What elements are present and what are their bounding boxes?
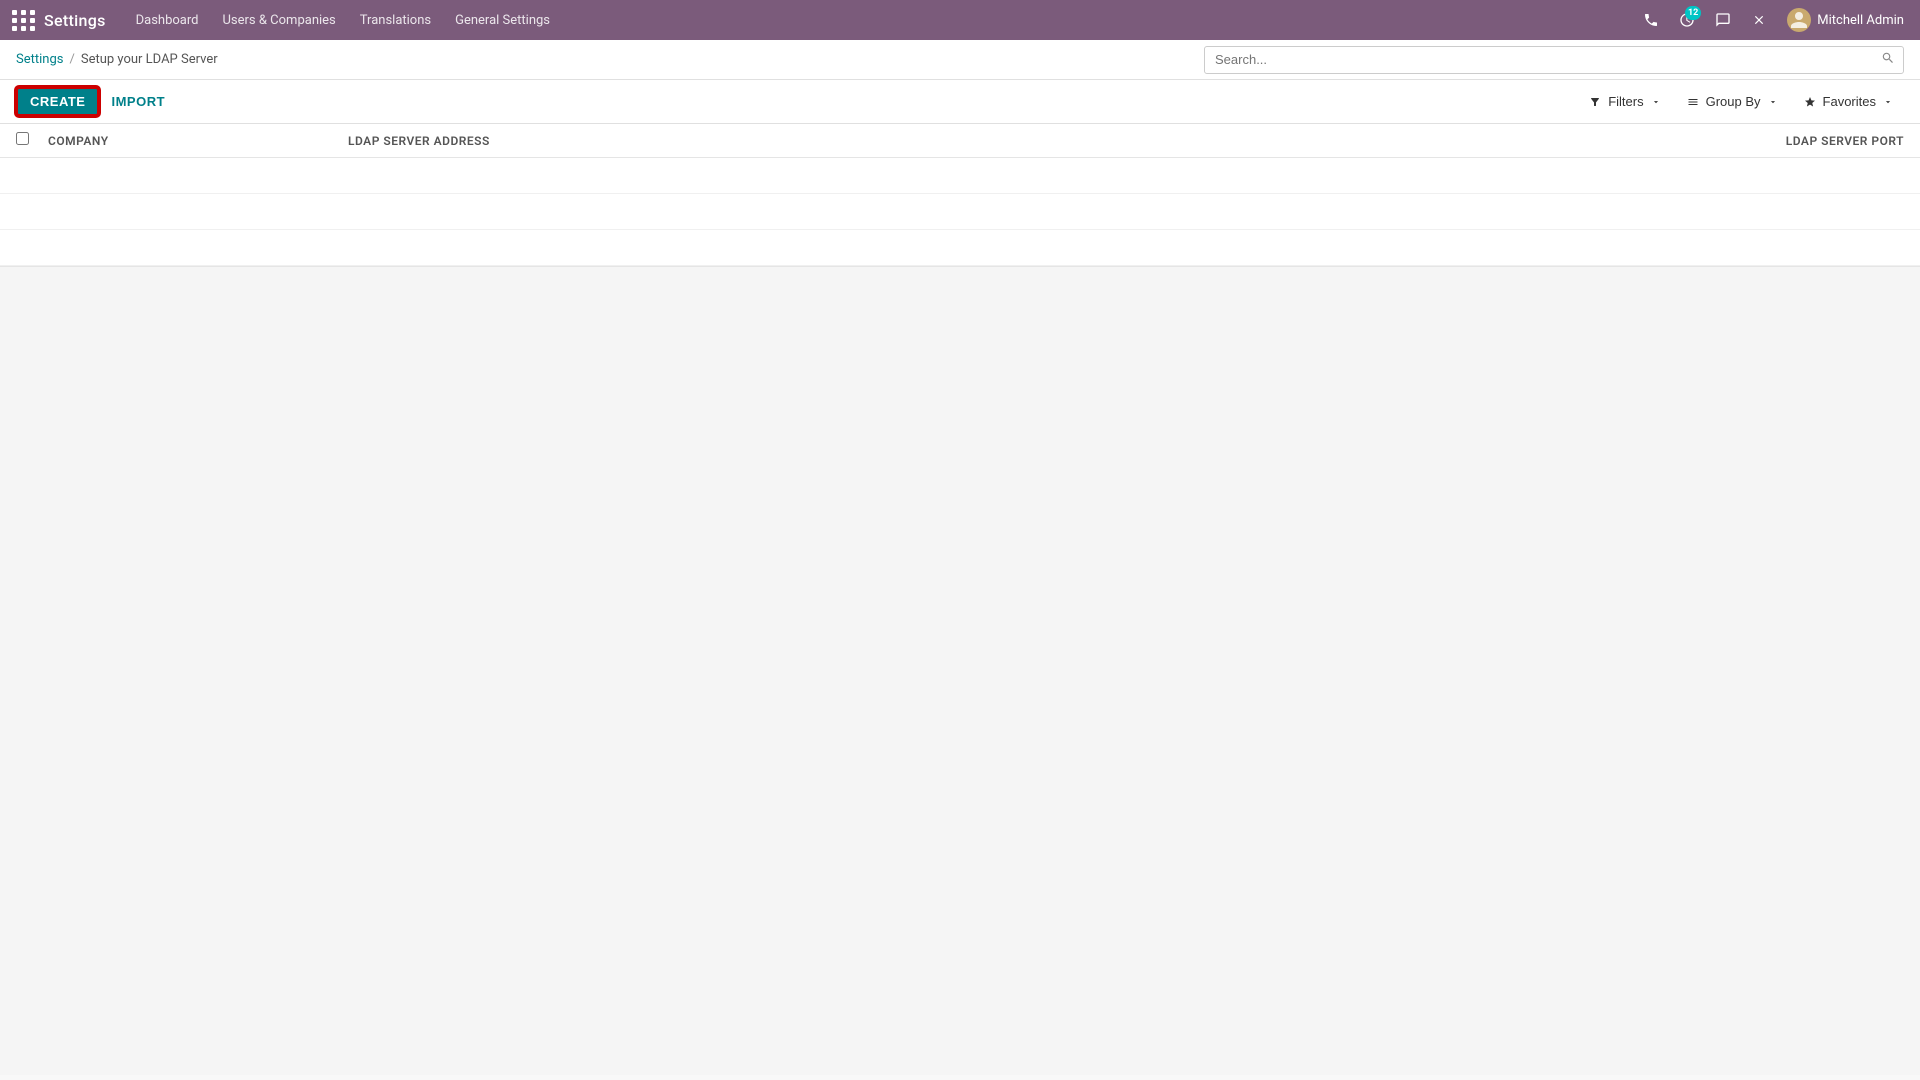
nav-general-settings[interactable]: General Settings [445, 9, 560, 32]
filters-label: Filters [1608, 94, 1643, 109]
main-content [0, 267, 1920, 1075]
filters-button[interactable]: Filters [1578, 89, 1671, 114]
chat-icon[interactable] [1707, 4, 1739, 36]
col-header-ldap-port: LDAP Server port [1744, 134, 1904, 148]
table-row[interactable] [0, 230, 1920, 266]
import-button[interactable]: IMPORT [107, 89, 169, 114]
breadcrumb-separator: / [69, 52, 74, 67]
action-bar: CREATE IMPORT Filters Group By Fav [0, 80, 1920, 124]
breadcrumb-current: Setup your LDAP Server [81, 52, 218, 67]
topbar-nav: Dashboard Users & Companies Translations… [126, 9, 1636, 32]
search-bar [1204, 46, 1904, 74]
app-title: Settings [44, 11, 106, 30]
user-name: Mitchell Admin [1817, 13, 1904, 28]
nav-users-companies[interactable]: Users & Companies [212, 9, 345, 32]
topbar-actions: 12 Mitchell Admin [1635, 4, 1912, 36]
apps-menu-icon[interactable] [8, 4, 40, 36]
groupby-label: Group By [1706, 94, 1761, 109]
select-all-input[interactable] [16, 132, 29, 145]
favorites-button[interactable]: Favorites [1793, 89, 1904, 114]
create-button[interactable]: CREATE [16, 87, 99, 116]
clock-badge: 12 [1685, 6, 1701, 20]
groupby-button[interactable]: Group By [1676, 89, 1789, 114]
topbar: Settings Dashboard Users & Companies Tra… [0, 0, 1920, 40]
close-icon[interactable] [1743, 4, 1775, 36]
avatar [1787, 8, 1811, 32]
favorites-label: Favorites [1823, 94, 1876, 109]
nav-translations[interactable]: Translations [350, 9, 441, 32]
user-menu[interactable]: Mitchell Admin [1779, 4, 1912, 36]
phone-icon[interactable] [1635, 4, 1667, 36]
select-all-checkbox[interactable] [16, 132, 36, 149]
col-header-company: Company [48, 134, 348, 148]
filter-bar: Filters Group By Favorites [1578, 89, 1904, 114]
breadcrumb: Settings / Setup your LDAP Server [16, 52, 218, 67]
search-icon[interactable] [1873, 47, 1903, 73]
table-container: Company LDAP Server address LDAP Server … [0, 124, 1920, 267]
table-header: Company LDAP Server address LDAP Server … [0, 124, 1920, 158]
breadcrumb-bar: Settings / Setup your LDAP Server [0, 40, 1920, 80]
breadcrumb-parent[interactable]: Settings [16, 52, 63, 67]
clock-icon[interactable]: 12 [1671, 4, 1703, 36]
nav-dashboard[interactable]: Dashboard [126, 9, 209, 32]
table-row[interactable] [0, 158, 1920, 194]
col-header-ldap-address: LDAP Server address [348, 134, 1744, 148]
search-input[interactable] [1205, 47, 1873, 72]
table-row[interactable] [0, 194, 1920, 230]
